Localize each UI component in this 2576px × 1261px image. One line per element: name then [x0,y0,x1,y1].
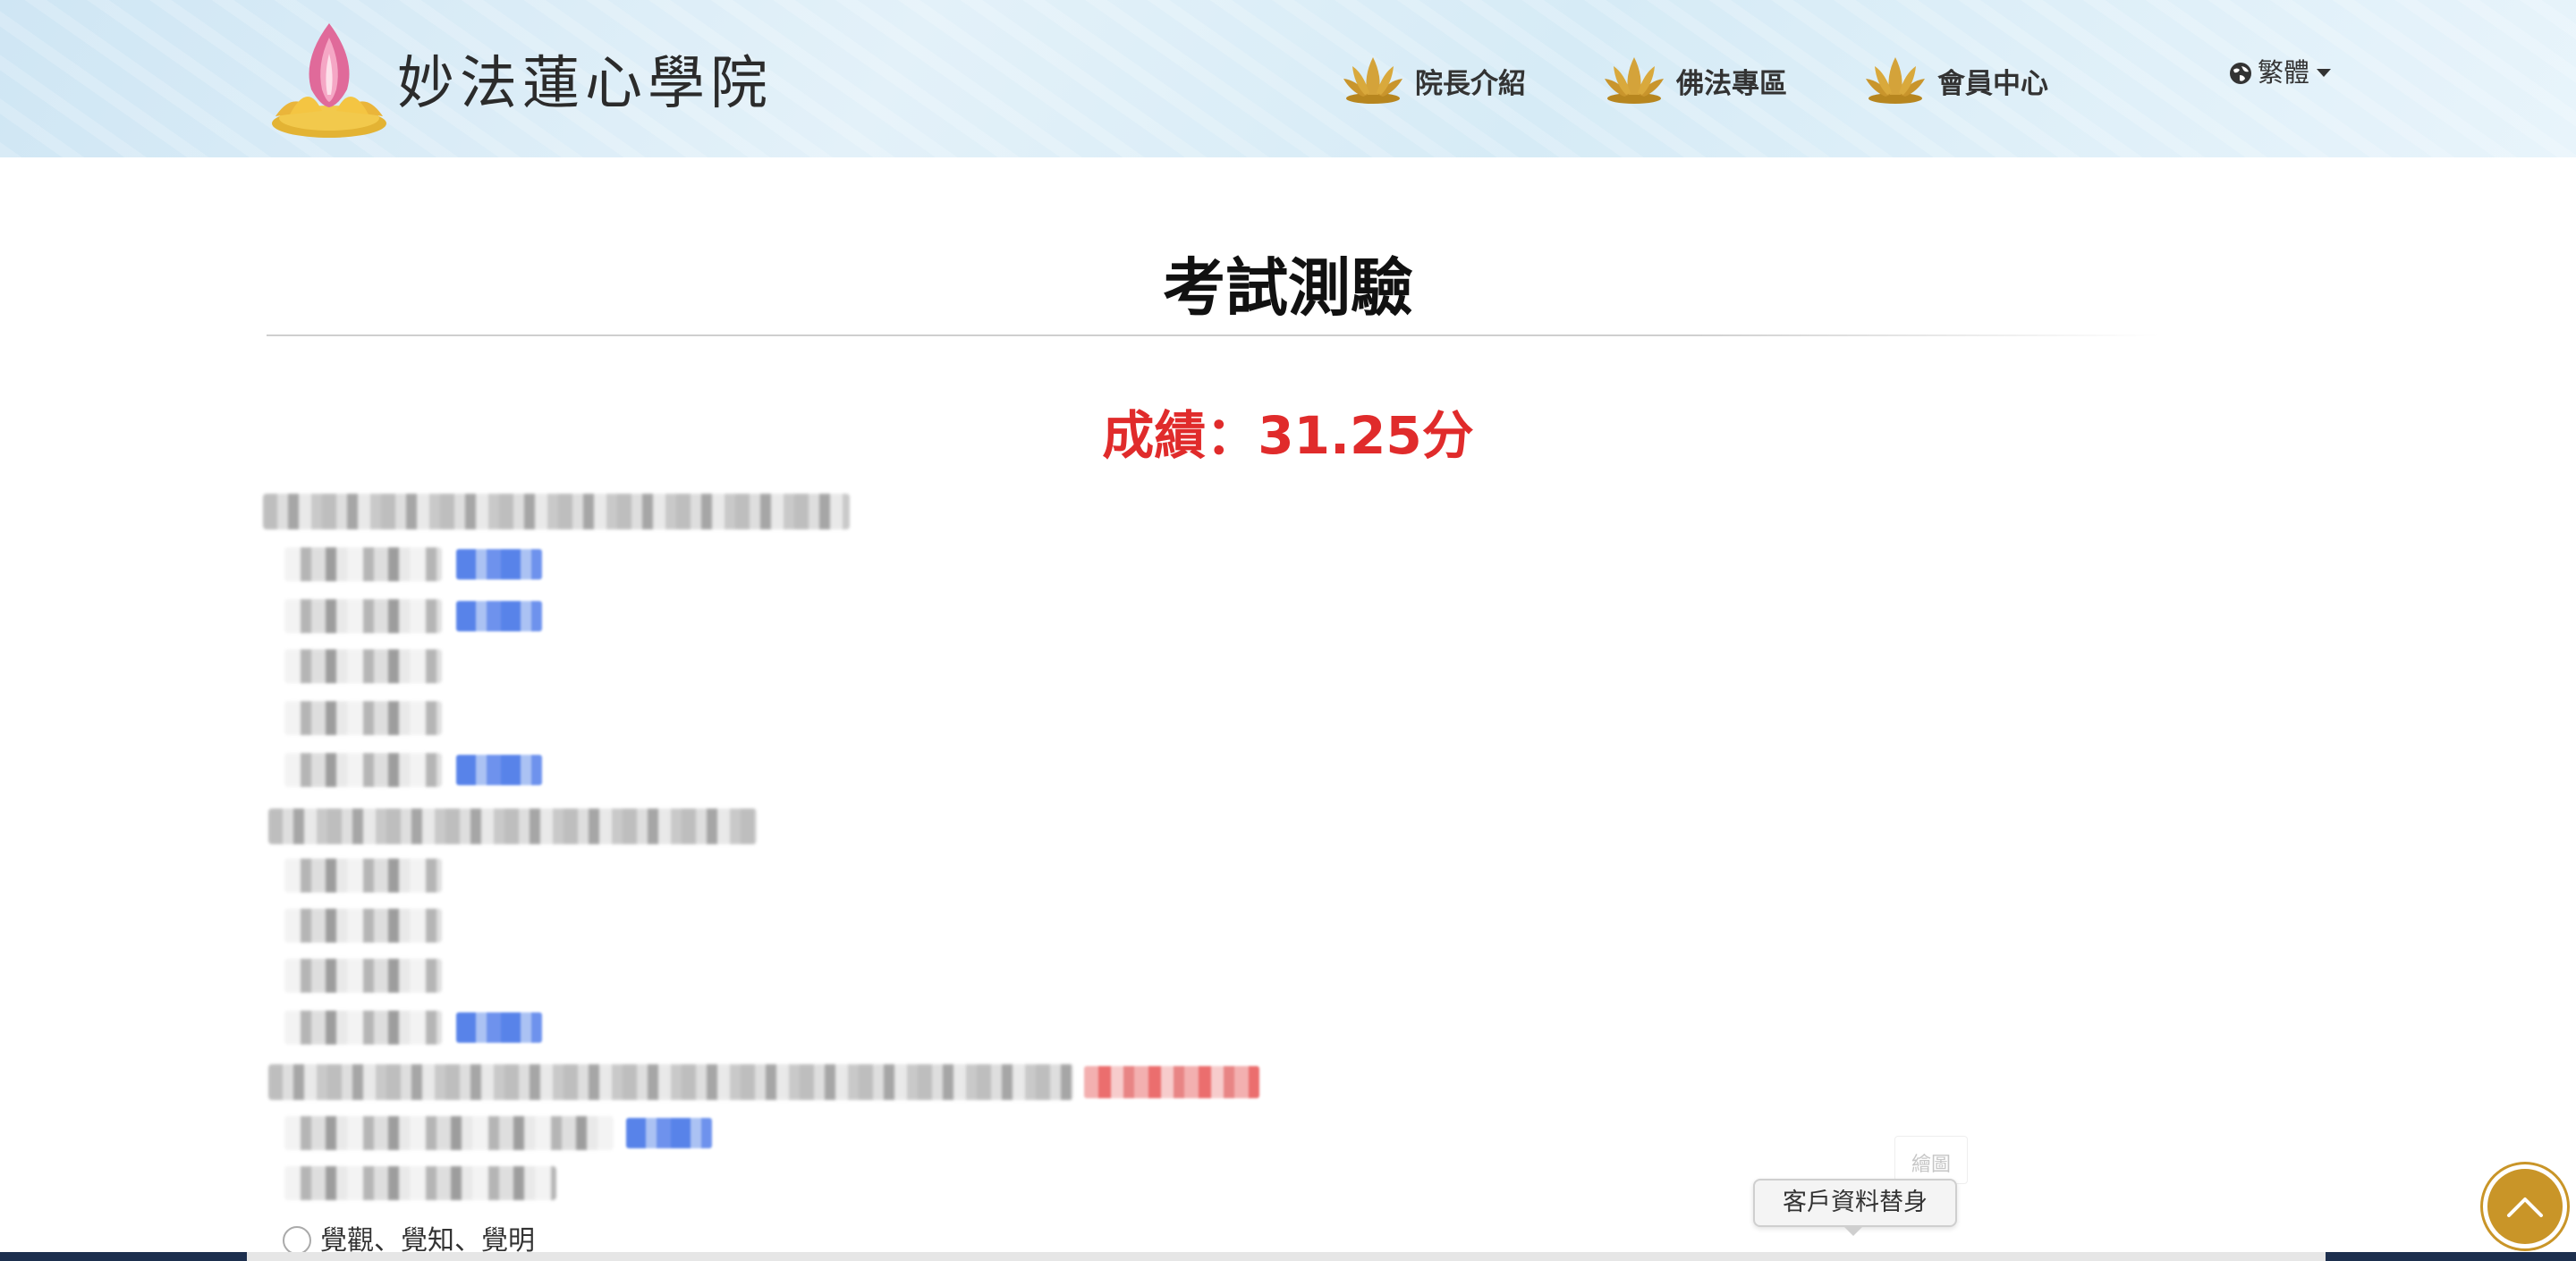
lotus-icon [1605,57,1664,104]
redacted-option [284,1116,614,1150]
redacted-option [284,959,442,993]
redacted-option [284,649,442,683]
floating-hint[interactable]: 繪圖 [1894,1136,1968,1184]
redacted-question [268,808,757,844]
redacted-option [284,1166,556,1200]
page-title: 考試測驗 [1163,251,1413,325]
redacted-link[interactable] [626,1118,712,1148]
title-divider [267,334,2159,336]
redacted-answer-mark [1084,1066,1259,1098]
language-selector[interactable]: 繁體 [2229,52,2332,89]
redacted-option [284,547,442,581]
lotus-icon [1343,57,1402,104]
radio-button[interactable] [283,1226,311,1255]
lotus-logo-icon[interactable] [267,18,392,140]
redacted-link[interactable] [456,1012,542,1043]
language-label: 繁體 [2258,57,2310,88]
redacted-option [284,909,442,943]
redacted-link[interactable] [456,549,542,580]
bottom-edge [0,1252,2576,1261]
nav-item-label: 院長介紹 [1415,68,1526,100]
nav-item-label: 佛法專區 [1676,68,1787,100]
redacted-option [284,859,442,893]
site-title[interactable]: 妙法蓮心學院 [397,38,773,120]
caret-down-icon [2317,69,2332,77]
redacted-option [284,1011,442,1045]
globe-icon [2230,63,2251,84]
redacted-link[interactable] [456,601,542,631]
redacted-question [268,1064,1073,1100]
redacted-question [263,494,850,529]
chevron-up-icon [2507,1198,2543,1217]
redacted-option [284,599,442,633]
redacted-option [284,701,442,735]
nav-item-label: 會員中心 [1937,68,2048,100]
scroll-to-top-button[interactable] [2483,1164,2567,1248]
redacted-link[interactable] [456,755,542,785]
exam-score: 成績：31.25分 [1102,405,1474,466]
tooltip: 客戶資料替身 [1753,1179,1957,1236]
lotus-icon [1866,57,1925,104]
redacted-option [284,753,442,787]
site-header: 妙法蓮心學院 院長介紹 佛法專區 會員中心 繁體 [0,0,2576,157]
